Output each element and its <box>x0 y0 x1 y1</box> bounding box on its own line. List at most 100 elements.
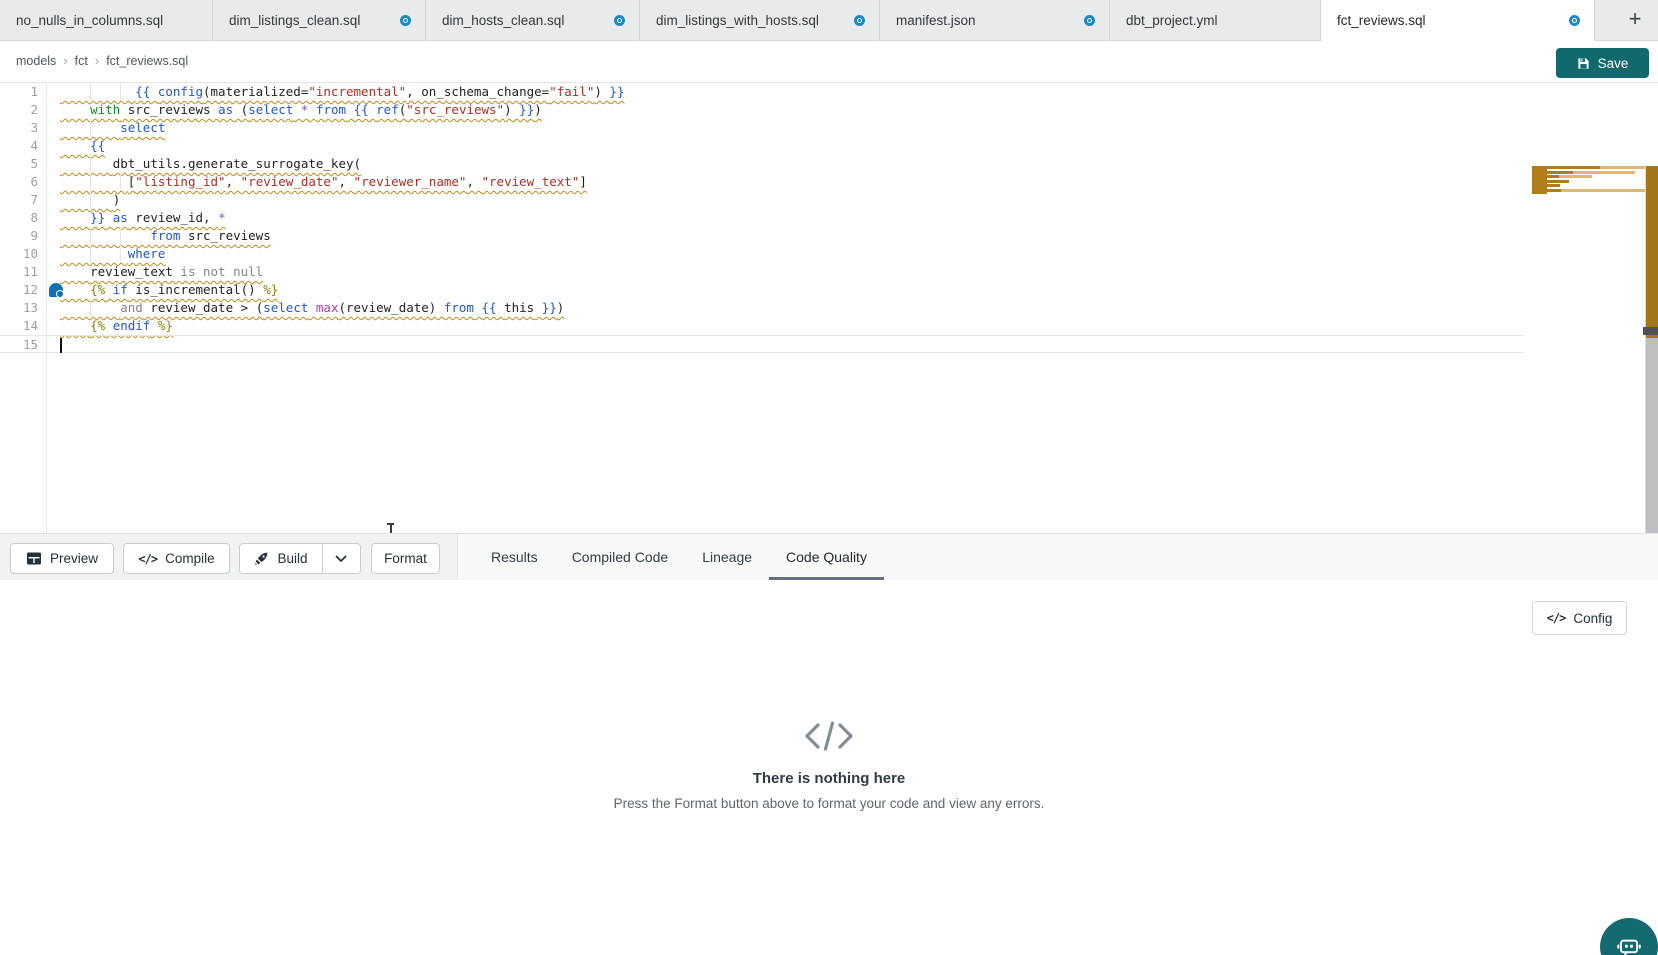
tab-label: dbt_project.yml <box>1126 13 1218 28</box>
unsaved-changes-dot-icon <box>1569 15 1580 26</box>
indent-guide <box>90 245 91 263</box>
code-line[interactable]: 14 {% endif %} <box>0 317 1524 335</box>
line-number: 5 <box>0 155 38 173</box>
dbt-ide-window: no_nulls_in_columns.sql dim_listings_cle… <box>0 0 1658 955</box>
code-quality-panel: </> Config There is nothing here Press t… <box>0 580 1658 955</box>
code-line[interactable]: 11 review_text is not null <box>0 263 1524 281</box>
file-header-bar: models › fct › fct_reviews.sql Save <box>0 41 1658 83</box>
panel-tab-label: Compiled Code <box>572 549 669 565</box>
indent-guide <box>90 173 91 191</box>
line-number: 14 <box>0 317 38 335</box>
line-number: 2 <box>0 101 38 119</box>
indent-guide <box>90 83 91 101</box>
editor-tab-dbt_project-yml[interactable]: dbt_project.yml <box>1110 0 1321 41</box>
code-text: ["listing_id", "review_date", "reviewer_… <box>60 173 587 191</box>
panel-tab-label: Lineage <box>702 549 752 565</box>
breadcrumb-file: fct_reviews.sql <box>106 54 188 68</box>
code-text: {{ config(materialized="incremental", on… <box>60 83 624 101</box>
build-button[interactable]: Build <box>240 544 321 573</box>
indent-guide <box>120 83 121 101</box>
save-button[interactable]: Save <box>1556 48 1649 78</box>
code-text: {% endif %} <box>60 317 173 335</box>
panel-tab-lineage[interactable]: Lineage <box>685 534 769 580</box>
tab-label: manifest.json <box>896 13 976 28</box>
empty-state-subtitle: Press the Format button above to format … <box>0 796 1658 811</box>
unsaved-changes-dot-icon <box>854 15 865 26</box>
line-number: 10 <box>0 245 38 263</box>
editor-tab-fct_reviews-sql[interactable]: fct_reviews.sql <box>1321 0 1595 41</box>
code-line[interactable]: 8 }} as review_id, * <box>0 209 1524 227</box>
format-button[interactable]: Format <box>371 543 440 574</box>
build-button-label: Build <box>277 551 307 566</box>
code-editor[interactable]: 1 {{ config(materialized="incremental", … <box>0 83 1658 533</box>
tab-label: dim_hosts_clean.sql <box>442 13 564 28</box>
code-line[interactable]: 2 with src_reviews as (select * from {{ … <box>0 101 1524 119</box>
code-text: select <box>60 119 165 137</box>
config-button[interactable]: </> Config <box>1532 601 1627 635</box>
code-line[interactable]: 6 ["listing_id", "review_date", "reviewe… <box>0 173 1524 191</box>
line-number: 15 <box>0 336 38 354</box>
code-text: }} as review_id, * <box>60 209 226 227</box>
code-line[interactable]: 4 {{ <box>0 137 1524 155</box>
line-number: 3 <box>0 119 38 137</box>
code-line[interactable]: 3 select <box>0 119 1524 137</box>
line-number: 6 <box>0 173 38 191</box>
tab-label: no_nulls_in_columns.sql <box>16 13 163 28</box>
panel-tab-results[interactable]: Results <box>474 534 555 580</box>
editor-tab-manifest-json[interactable]: manifest.json <box>880 0 1110 41</box>
code-text: {{ <box>60 137 105 155</box>
panel-tab-code-quality[interactable]: Code Quality <box>769 534 884 580</box>
chevron-right-icon: › <box>63 53 67 68</box>
quick-fix-icon[interactable] <box>49 283 63 297</box>
panel-tab-label: Code Quality <box>786 549 867 565</box>
code-line[interactable]: 7 ) <box>0 191 1524 209</box>
empty-state: There is nothing here Press the Format b… <box>0 720 1658 811</box>
compile-button[interactable]: </> Compile <box>123 543 230 574</box>
rocket-icon <box>254 551 269 566</box>
breadcrumb-models[interactable]: models <box>16 54 56 68</box>
new-tab-button[interactable]: + <box>1622 7 1648 33</box>
code-line[interactable]: 9 from src_reviews <box>0 227 1524 245</box>
indent-guide <box>90 155 91 173</box>
build-dropdown-button[interactable] <box>323 544 360 573</box>
floppy-disk-icon <box>1577 57 1590 70</box>
line-number: 11 <box>0 263 38 281</box>
unsaved-changes-dot-icon <box>614 15 625 26</box>
table-preview-icon <box>26 551 42 566</box>
empty-state-title: There is nothing here <box>0 770 1658 787</box>
line-number: 13 <box>0 299 38 317</box>
mouse-ibeam-cursor <box>386 523 395 533</box>
unsaved-changes-dot-icon <box>400 15 411 26</box>
code-line[interactable]: 15 <box>0 335 1524 353</box>
indent-guide <box>90 191 91 209</box>
breadcrumb-fct[interactable]: fct <box>75 54 88 68</box>
editor-tab-dim_listings_clean-sql[interactable]: dim_listings_clean.sql <box>213 0 426 41</box>
line-number: 12 <box>0 281 38 299</box>
preview-button[interactable]: Preview <box>10 543 114 574</box>
breadcrumb: models › fct › fct_reviews.sql <box>16 53 188 68</box>
editor-tab-dim_hosts_clean-sql[interactable]: dim_hosts_clean.sql <box>426 0 640 41</box>
tab-label: dim_listings_with_hosts.sql <box>656 13 819 28</box>
line-number: 1 <box>0 83 38 101</box>
indent-guide <box>90 299 91 317</box>
code-line[interactable]: 1 {{ config(materialized="incremental", … <box>0 83 1524 101</box>
code-text: review_text is not null <box>60 263 263 281</box>
config-button-label: Config <box>1573 611 1612 626</box>
panel-tab-compiled-code[interactable]: Compiled Code <box>555 534 686 580</box>
line-number: 7 <box>0 191 38 209</box>
code-line[interactable]: 10 where <box>0 245 1524 263</box>
editor-tab-dim_listings_with_hosts-sql[interactable]: dim_listings_with_hosts.sql <box>640 0 880 41</box>
indent-guide <box>120 227 121 245</box>
editor-scrollbar-thumb[interactable] <box>1643 327 1658 335</box>
text-caret <box>60 338 62 353</box>
code-text: dbt_utils.generate_surrogate_key( <box>60 155 361 173</box>
editor-tab-no_nulls_in_columns-sql[interactable]: no_nulls_in_columns.sql <box>0 0 213 41</box>
code-line[interactable]: 13 and review_date > (select max(review_… <box>0 299 1524 317</box>
code-text: with src_reviews as (select * from {{ re… <box>60 101 542 119</box>
code-line[interactable]: 5 dbt_utils.generate_surrogate_key( <box>0 155 1524 173</box>
code-slash-icon <box>803 720 855 752</box>
code-line[interactable]: 12 {% if is_incremental() %} <box>0 281 1524 299</box>
warning-overview-minimap <box>1532 166 1645 194</box>
unsaved-changes-dot-icon <box>1084 15 1095 26</box>
panel-tab-label: Results <box>491 549 538 565</box>
